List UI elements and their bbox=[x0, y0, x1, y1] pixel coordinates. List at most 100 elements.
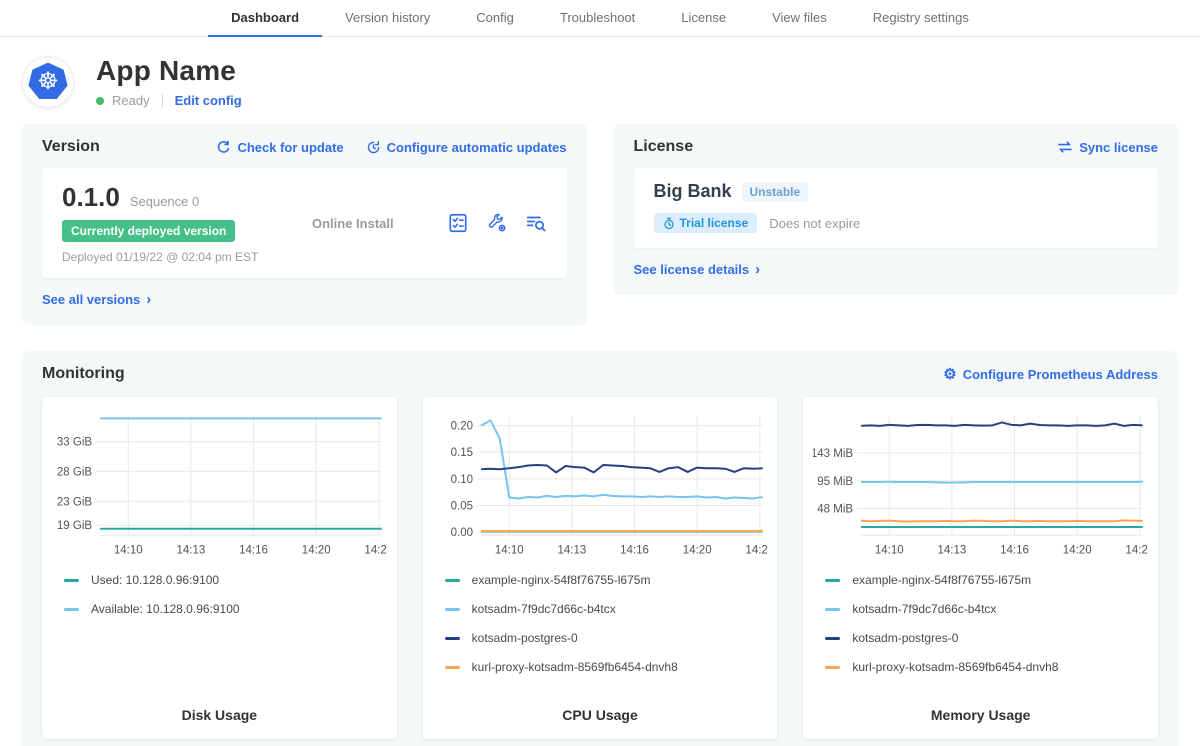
tab-config[interactable]: Config bbox=[453, 0, 537, 37]
legend-label: kotsadm-postgres-0 bbox=[472, 631, 578, 645]
version-card: Version Check for update Configure autom… bbox=[22, 124, 587, 325]
see-all-versions-link[interactable]: See all versions › bbox=[42, 292, 151, 307]
legend-label: kotsadm-7f9dc7d66c-b4tcx bbox=[852, 602, 996, 616]
svg-text:0.00: 0.00 bbox=[450, 527, 472, 539]
legend-label: Available: 10.128.0.96:9100 bbox=[91, 602, 240, 616]
preflight-checklist-icon[interactable] bbox=[447, 212, 469, 234]
svg-text:14:16: 14:16 bbox=[620, 544, 649, 556]
svg-text:23 GiB: 23 GiB bbox=[57, 496, 93, 508]
chart-legend: Used: 10.128.0.96:9100 Available: 10.128… bbox=[64, 573, 387, 631]
svg-text:14:23: 14:23 bbox=[364, 544, 386, 556]
sync-license-link[interactable]: Sync license bbox=[1057, 140, 1158, 155]
chart-plot: 19 GiB 23 GiB 28 GiB 33 GiB 14:10 14:13 14:16 1… bbox=[52, 411, 387, 561]
svg-text:14:20: 14:20 bbox=[682, 544, 711, 556]
chart-title: CPU Usage bbox=[433, 701, 768, 723]
kubernetes-wheel-icon: ☸ bbox=[28, 63, 68, 101]
license-expiry: Does not expire bbox=[769, 216, 860, 231]
svg-text:33 GiB: 33 GiB bbox=[57, 437, 93, 449]
license-title: License bbox=[634, 138, 694, 156]
svg-text:14:10: 14:10 bbox=[875, 544, 904, 556]
legend-color-dash bbox=[64, 608, 79, 611]
svg-text:28 GiB: 28 GiB bbox=[57, 466, 93, 478]
svg-text:0.20: 0.20 bbox=[450, 421, 472, 433]
legend-label: kotsadm-postgres-0 bbox=[852, 631, 958, 645]
logs-search-icon[interactable] bbox=[525, 212, 547, 234]
svg-text:48 MiB: 48 MiB bbox=[818, 503, 854, 515]
page-title: App Name bbox=[96, 55, 242, 87]
monitoring-title: Monitoring bbox=[42, 365, 125, 383]
wrench-gear-icon[interactable] bbox=[486, 212, 508, 234]
check-for-update-link[interactable]: Check for update bbox=[216, 140, 343, 155]
tab-troubleshoot[interactable]: Troubleshoot bbox=[537, 0, 658, 37]
svg-text:14:23: 14:23 bbox=[1126, 544, 1148, 556]
legend-label: example-nginx-54f8f76755-l675m bbox=[852, 573, 1031, 587]
svg-text:14:16: 14:16 bbox=[239, 544, 268, 556]
sync-arrows-icon bbox=[1057, 140, 1073, 154]
deployed-status-badge: Currently deployed version bbox=[62, 220, 235, 242]
status-text: Ready bbox=[112, 93, 150, 108]
version-title: Version bbox=[42, 138, 100, 156]
legend-item: Used: 10.128.0.96:9100 bbox=[64, 573, 387, 587]
tab-registry-settings[interactable]: Registry settings bbox=[850, 0, 992, 37]
svg-text:19 GiB: 19 GiB bbox=[57, 520, 93, 532]
configure-prometheus-link[interactable]: ⚙ Configure Prometheus Address bbox=[943, 367, 1158, 382]
clock-refresh-icon bbox=[366, 140, 381, 155]
app-logo: ☸ bbox=[22, 56, 74, 108]
svg-text:0.10: 0.10 bbox=[450, 474, 472, 486]
see-license-details-link[interactable]: See license details › bbox=[634, 262, 761, 277]
legend-item: example-nginx-54f8f76755-l675m bbox=[445, 573, 768, 587]
svg-text:14:20: 14:20 bbox=[1063, 544, 1092, 556]
svg-text:143 MiB: 143 MiB bbox=[813, 448, 853, 460]
divider bbox=[162, 94, 163, 108]
svg-text:14:10: 14:10 bbox=[114, 544, 143, 556]
svg-text:14:13: 14:13 bbox=[557, 544, 586, 556]
top-nav: DashboardVersion historyConfigTroublesho… bbox=[0, 0, 1200, 37]
legend-item: Available: 10.128.0.96:9100 bbox=[64, 602, 387, 616]
legend-color-dash bbox=[825, 579, 840, 582]
legend-label: kotsadm-7f9dc7d66c-b4tcx bbox=[472, 602, 616, 616]
svg-text:14:13: 14:13 bbox=[938, 544, 967, 556]
legend-item: kotsadm-postgres-0 bbox=[825, 631, 1148, 645]
app-header: ☸ App Name Ready Edit config bbox=[0, 37, 1200, 112]
gear-icon: ⚙ bbox=[943, 367, 956, 382]
chart-title: Memory Usage bbox=[813, 701, 1148, 723]
customer-name: Big Bank bbox=[654, 181, 732, 202]
svg-text:14:10: 14:10 bbox=[495, 544, 524, 556]
legend-color-dash bbox=[445, 608, 460, 611]
tab-view-files[interactable]: View files bbox=[749, 0, 850, 37]
chart-card-memory-usage: 48 MiB95 MiB143 MiB14:1014:1314:1614:201… bbox=[803, 397, 1158, 739]
chart-plot: 48 MiB95 MiB143 MiB14:1014:1314:1614:201… bbox=[813, 411, 1148, 561]
legend-label: example-nginx-54f8f76755-l675m bbox=[472, 573, 651, 587]
legend-color-dash bbox=[445, 579, 460, 582]
version-sequence: Sequence 0 bbox=[130, 194, 199, 209]
chart-card-disk-usage: 19 GiB 23 GiB 28 GiB 33 GiB 14:10 14:13 14:16 1… bbox=[42, 397, 397, 739]
status-dot-icon bbox=[96, 97, 104, 105]
legend-color-dash bbox=[445, 637, 460, 640]
legend-item: kotsadm-7f9dc7d66c-b4tcx bbox=[445, 602, 768, 616]
channel-badge: Unstable bbox=[742, 182, 809, 202]
tab-license[interactable]: License bbox=[658, 0, 749, 37]
trial-license-badge: Trial license bbox=[654, 213, 758, 233]
stopwatch-icon bbox=[663, 217, 675, 230]
refresh-icon bbox=[216, 140, 231, 155]
chart-legend: example-nginx-54f8f76755-l675m kotsadm-7… bbox=[445, 573, 768, 689]
svg-text:14:16: 14:16 bbox=[1000, 544, 1029, 556]
legend-item: kurl-proxy-kotsadm-8569fb6454-dnvh8 bbox=[445, 660, 768, 674]
svg-text:14:13: 14:13 bbox=[176, 544, 205, 556]
legend-item: kotsadm-postgres-0 bbox=[445, 631, 768, 645]
legend-item: example-nginx-54f8f76755-l675m bbox=[825, 573, 1148, 587]
svg-text:0.15: 0.15 bbox=[450, 447, 472, 459]
chart-title: Disk Usage bbox=[52, 701, 387, 723]
legend-item: kurl-proxy-kotsadm-8569fb6454-dnvh8 bbox=[825, 660, 1148, 674]
tab-version-history[interactable]: Version history bbox=[322, 0, 453, 37]
chevron-right-icon: › bbox=[146, 292, 151, 307]
svg-text:14:20: 14:20 bbox=[302, 544, 331, 556]
deployed-timestamp: Deployed 01/19/22 @ 02:04 pm EST bbox=[62, 250, 312, 264]
tab-dashboard[interactable]: Dashboard bbox=[208, 0, 322, 37]
configure-automatic-updates-link[interactable]: Configure automatic updates bbox=[366, 140, 567, 155]
chart-plot: 0.00 0.05 0.10 0.15 0.20 14:10 14:13 14:16 14:20… bbox=[433, 411, 768, 561]
edit-config-link[interactable]: Edit config bbox=[175, 93, 242, 108]
svg-text:14:23: 14:23 bbox=[745, 544, 767, 556]
legend-color-dash bbox=[445, 666, 460, 669]
svg-text:0.05: 0.05 bbox=[450, 500, 472, 512]
